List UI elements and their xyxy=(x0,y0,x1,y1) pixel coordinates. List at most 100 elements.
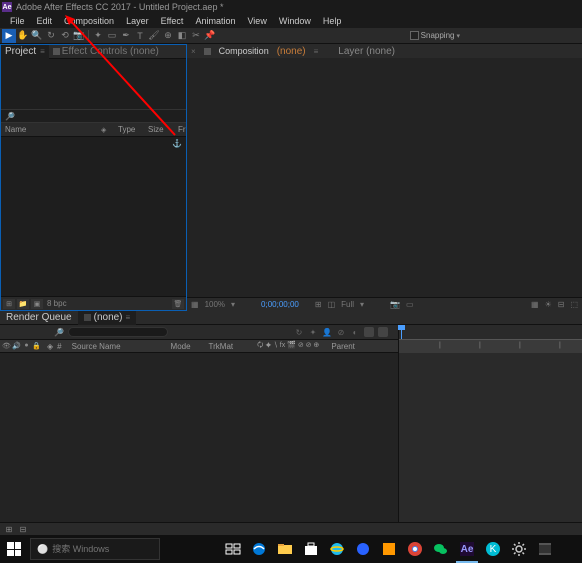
exposure-icon[interactable]: ☀ xyxy=(545,300,552,309)
grid-icon[interactable]: ⊞ xyxy=(315,300,322,309)
menu-help[interactable]: Help xyxy=(317,16,348,26)
view-dropdown-icon[interactable]: ▾ xyxy=(360,300,364,309)
rotate-tool[interactable]: ⟲ xyxy=(58,29,72,43)
col-type[interactable]: Type xyxy=(114,125,144,134)
rect-tool[interactable]: ▭ xyxy=(105,29,119,43)
menu-composition[interactable]: Composition xyxy=(58,16,120,26)
col-trkmat[interactable]: TrkMat xyxy=(209,342,234,351)
frame-blend-icon[interactable]: ⊘ xyxy=(336,328,346,337)
edge-icon[interactable] xyxy=(246,535,272,563)
brainstorm-button[interactable] xyxy=(378,327,388,337)
col-fr[interactable]: Fr xyxy=(174,125,186,134)
new-folder-button[interactable]: 📁 xyxy=(17,299,29,309)
tab-menu-icon[interactable]: ≡ xyxy=(40,47,45,56)
playhead[interactable] xyxy=(401,325,402,339)
chrome-icon[interactable] xyxy=(402,535,428,563)
tab-effect-controls[interactable]: Effect Controls (none) xyxy=(49,45,163,59)
active-camera-icon[interactable]: 📷 xyxy=(390,300,400,309)
col-name[interactable]: Name xyxy=(1,125,101,134)
composition-viewer[interactable] xyxy=(187,58,582,297)
anchor-tool[interactable]: ✦ xyxy=(91,29,105,43)
col-mode[interactable]: Mode xyxy=(171,342,191,351)
video-toggle-icon[interactable]: 👁 xyxy=(2,342,11,350)
timeline-search-icon[interactable]: 🔎 xyxy=(54,328,64,337)
resolution-label[interactable]: Full xyxy=(341,300,354,309)
menu-layer[interactable]: Layer xyxy=(120,16,155,26)
layer-tab-label[interactable]: Layer (none) xyxy=(338,46,395,57)
timeline-search-input[interactable] xyxy=(68,327,168,337)
col-number[interactable]: # xyxy=(57,342,61,351)
app-icon-1[interactable] xyxy=(350,535,376,563)
menu-window[interactable]: Window xyxy=(273,16,317,26)
comp-tab-menu-icon[interactable]: ≡ xyxy=(314,47,319,56)
label-icon[interactable]: ◈ xyxy=(101,126,106,134)
toggle-modes-button[interactable]: ⊟ xyxy=(18,525,28,535)
roto-tool[interactable]: ✂ xyxy=(189,29,203,43)
app-icon-2[interactable] xyxy=(376,535,402,563)
video-app-icon[interactable] xyxy=(532,535,558,563)
view-layout-icon[interactable]: ▭ xyxy=(406,300,414,309)
eraser-tool[interactable]: ◧ xyxy=(175,29,189,43)
start-button[interactable] xyxy=(0,535,28,563)
store-icon[interactable] xyxy=(298,535,324,563)
flowchart-icon[interactable]: ⬚ xyxy=(570,300,578,309)
menu-animation[interactable]: Animation xyxy=(189,16,241,26)
col-size[interactable]: Size xyxy=(144,125,174,134)
taskbar-search-input[interactable] xyxy=(52,544,169,554)
magnification-icon[interactable]: ▦ xyxy=(191,300,199,309)
time-scale[interactable]: | | | | xyxy=(399,339,582,353)
shy-icon[interactable]: 👤 xyxy=(322,328,332,337)
solo-toggle-icon[interactable]: ● xyxy=(22,342,31,350)
menu-edit[interactable]: Edit xyxy=(31,16,59,26)
menu-file[interactable]: File xyxy=(4,16,31,26)
wechat-icon[interactable] xyxy=(428,535,454,563)
mask-icon[interactable]: ◫ xyxy=(328,300,336,309)
app-icon-3[interactable]: K xyxy=(480,535,506,563)
timeline-icon[interactable]: ⊟ xyxy=(558,300,565,309)
tab-project[interactable]: Project ≡ xyxy=(1,45,49,59)
hand-tool[interactable]: ✋ xyxy=(16,29,30,43)
project-list[interactable]: ⚓ xyxy=(1,137,186,296)
clone-tool[interactable]: ⊕ xyxy=(161,29,175,43)
search-icon[interactable]: 🔎 xyxy=(5,112,15,121)
taskbar-search[interactable]: ⚪ xyxy=(30,538,160,560)
col-source-name[interactable]: Source Name xyxy=(72,342,121,351)
timeline-tab-menu-icon[interactable]: ≡ xyxy=(126,313,131,322)
zoom-tool[interactable]: 🔍 xyxy=(30,29,44,43)
settings-icon[interactable] xyxy=(506,535,532,563)
graph-editor-button[interactable] xyxy=(364,327,374,337)
comp-mini-flowchart-icon[interactable]: ↻ xyxy=(294,328,304,337)
lock-toggle-icon[interactable]: 🔒 xyxy=(32,342,41,350)
col-parent[interactable]: Parent xyxy=(331,342,355,351)
timeline-tracks[interactable] xyxy=(398,353,582,522)
ie-icon[interactable] xyxy=(324,535,350,563)
snapping-chevron-icon[interactable]: ▾ xyxy=(456,32,460,40)
delete-button[interactable]: 🗑 xyxy=(172,299,184,309)
draft-3d-icon[interactable]: ✦ xyxy=(308,328,318,337)
comp-tab-label[interactable]: Composition xyxy=(219,46,269,56)
motion-blur-icon[interactable]: ◐ xyxy=(350,328,360,337)
after-effects-icon[interactable]: Ae xyxy=(454,535,480,563)
new-comp-button[interactable]: ▣ xyxy=(31,299,43,309)
bpc-label[interactable]: 8 bpc xyxy=(47,299,67,308)
current-time[interactable]: 0;00;00;00 xyxy=(261,300,299,309)
resolution-dropdown[interactable]: ▾ xyxy=(231,300,235,309)
tab-timeline-none[interactable]: (none) ≡ xyxy=(78,311,137,325)
menu-effect[interactable]: Effect xyxy=(155,16,190,26)
selection-tool[interactable]: ▶ xyxy=(2,29,16,43)
snapping-checkbox[interactable] xyxy=(410,31,419,40)
file-explorer-icon[interactable] xyxy=(272,535,298,563)
transparency-grid-icon[interactable]: ▦ xyxy=(531,300,539,309)
col-label-icon[interactable]: ◈ xyxy=(47,342,53,351)
orbit-tool[interactable]: ↻ xyxy=(44,29,58,43)
col-switches[interactable]: 🗘 ✦ ∖ fx 🎬 ⊘ ⊘ ⊕ xyxy=(257,341,319,352)
interpret-footage-button[interactable]: ⊞ xyxy=(3,299,15,309)
menu-view[interactable]: View xyxy=(241,16,272,26)
tab-render-queue[interactable]: Render Queue xyxy=(0,311,78,325)
collapse-icon[interactable]: ⚓ xyxy=(172,139,182,148)
pen-tool[interactable]: ✒ xyxy=(119,29,133,43)
brush-tool[interactable]: 🖌 xyxy=(147,29,161,43)
task-view-button[interactable] xyxy=(220,535,246,563)
camera-tool[interactable]: 📷 xyxy=(72,29,86,43)
zoom-value[interactable]: 100% xyxy=(205,300,225,309)
